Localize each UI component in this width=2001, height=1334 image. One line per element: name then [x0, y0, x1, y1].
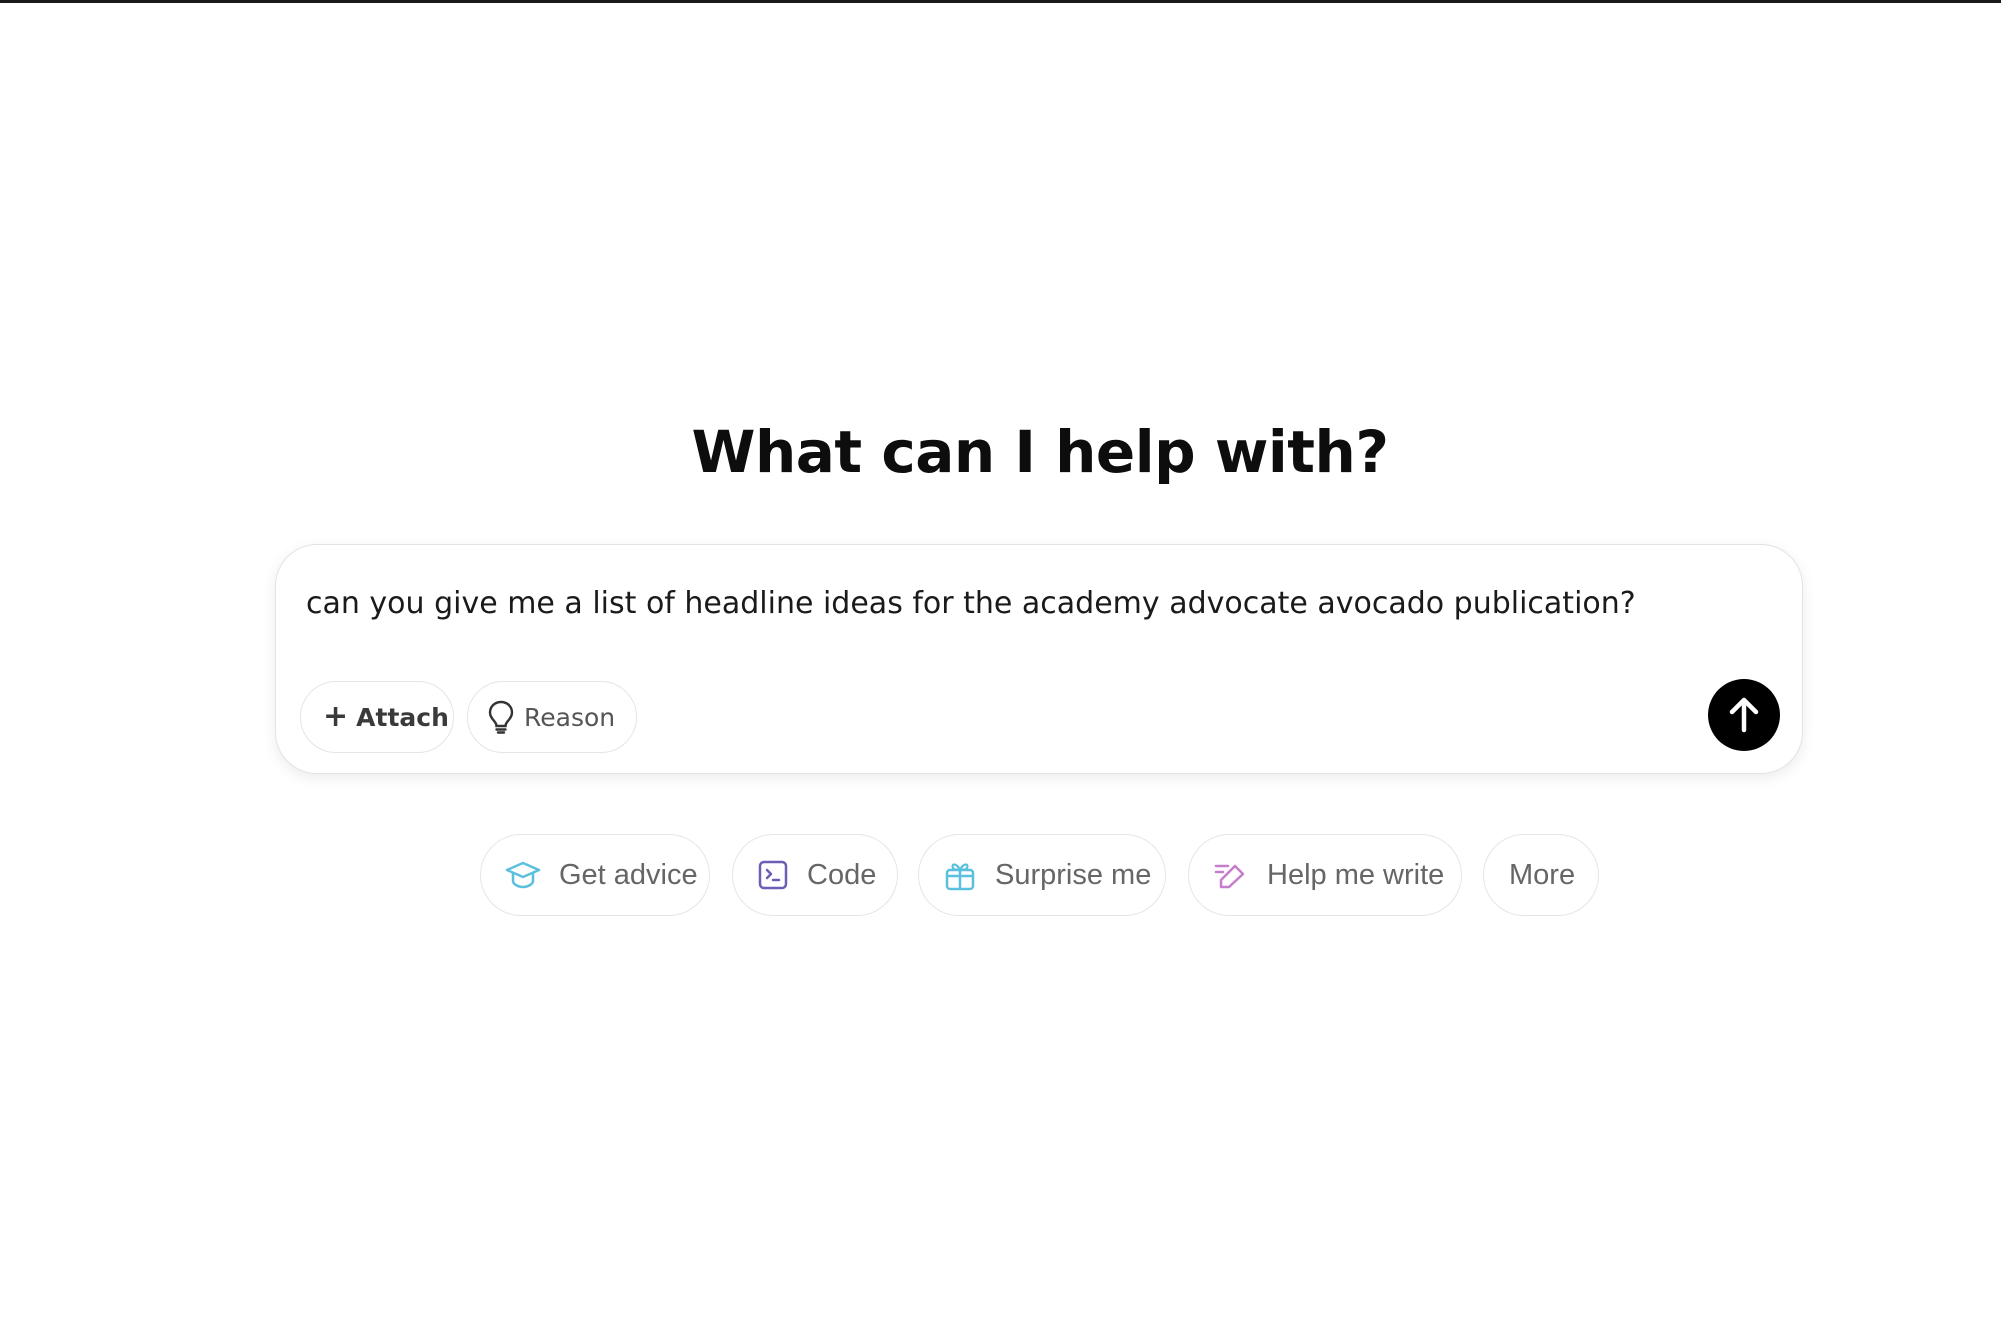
gift-icon — [945, 863, 975, 891]
page-title: What can I help with? — [691, 418, 1389, 486]
graduation-cap-icon — [505, 861, 541, 889]
suggestion-label: More — [1509, 858, 1576, 891]
pen-icon — [1214, 864, 1245, 889]
send-button[interactable] — [1708, 679, 1780, 751]
prompt-composer: + Attach Reason — [275, 544, 1803, 774]
chat-home: What can I help with? + Attach Reason — [0, 0, 2001, 1334]
reason-button[interactable]: Reason — [467, 681, 637, 753]
attach-label: Attach — [356, 702, 449, 732]
suggestion-get-advice[interactable]: Get advice — [480, 834, 710, 916]
suggestion-help-me-write[interactable]: Help me write — [1188, 834, 1462, 916]
suggestion-surprise-me[interactable]: Surprise me — [918, 834, 1166, 916]
arrow-up-icon — [1729, 697, 1759, 733]
terminal-icon — [758, 860, 788, 890]
suggestion-label: Get advice — [559, 858, 698, 891]
lightbulb-icon — [488, 700, 514, 734]
suggestion-label: Code — [807, 858, 877, 891]
prompt-input[interactable] — [306, 573, 1706, 633]
plus-icon: + — [323, 699, 349, 734]
reason-label: Reason — [524, 702, 616, 732]
suggestion-chips: Get advice Code Surprise me Help me writ… — [0, 834, 2001, 916]
suggestion-label: Surprise me — [995, 858, 1152, 891]
suggestion-label: Help me write — [1267, 858, 1445, 891]
suggestion-code[interactable]: Code — [732, 834, 898, 916]
suggestion-more[interactable]: More — [1483, 834, 1599, 916]
attach-button[interactable]: + Attach — [300, 681, 454, 753]
